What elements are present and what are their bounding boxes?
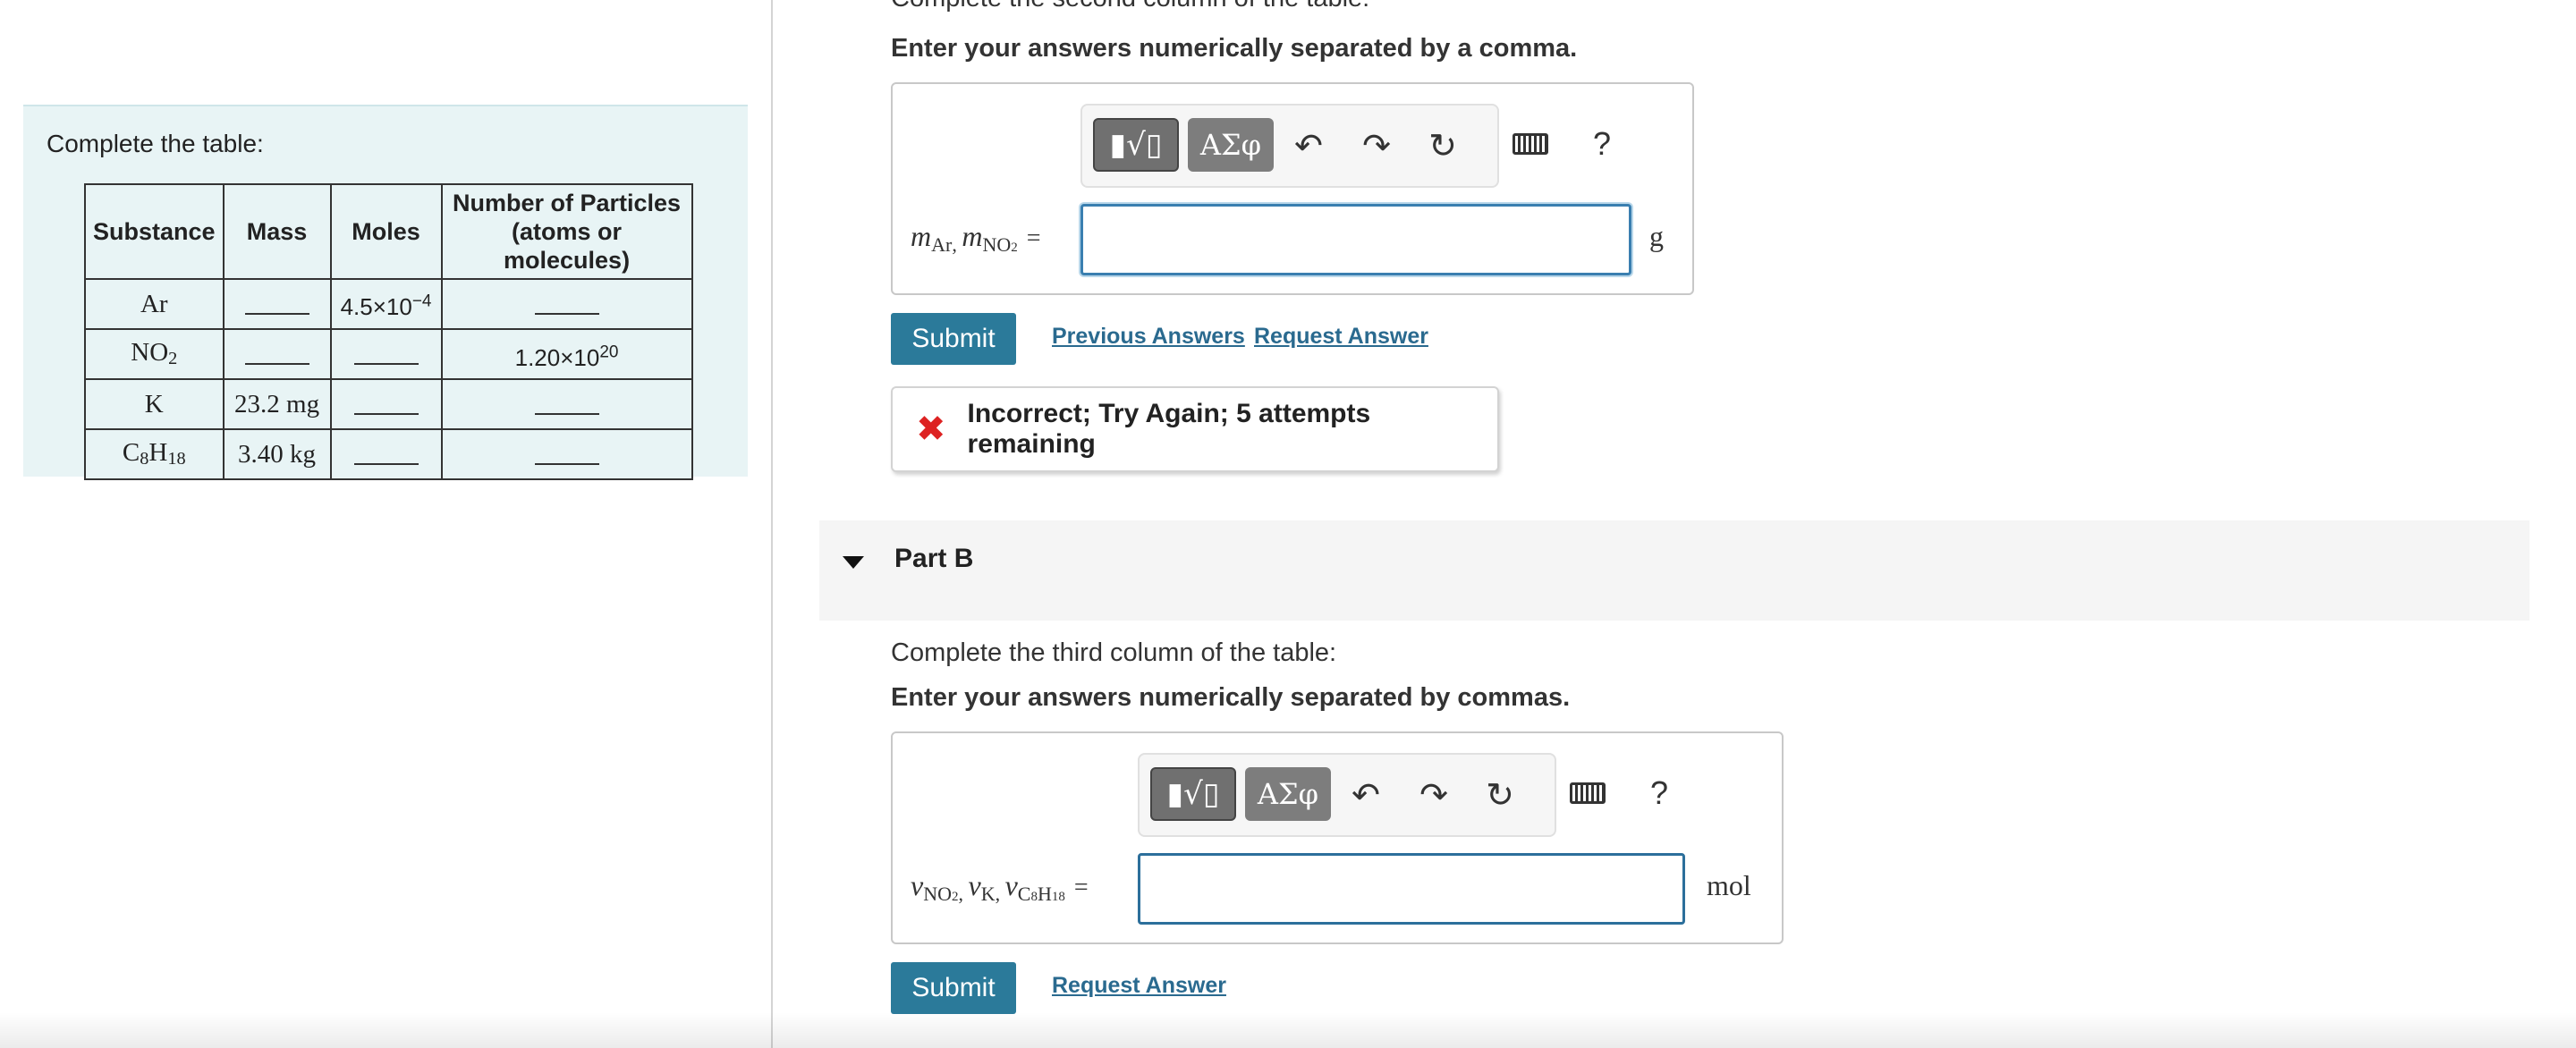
help-icon[interactable]: ? — [1637, 771, 1682, 816]
cell-mass — [222, 278, 332, 330]
math-toolbar: ▮√▯ ΑΣφ ↶ ↷ ↻ — [1138, 753, 1556, 837]
previous-answers-link[interactable]: Previous Answers — [1052, 324, 1245, 350]
undo-icon[interactable]: ↶ — [1286, 123, 1331, 168]
header-mass: Mass — [222, 183, 332, 280]
part-a-instruction: Enter your answers numerically separated… — [891, 34, 1578, 63]
part-b-title: Part B — [894, 544, 974, 573]
feedback-text: Incorrect; Try Again; 5 attempts remaini… — [967, 399, 1371, 459]
radical-template-icon: ▮√▯ — [1109, 127, 1163, 163]
cell-mass — [222, 328, 332, 380]
keyboard-icon[interactable] — [1508, 122, 1553, 166]
cell-moles — [329, 328, 443, 380]
cell-mass: 3.40 kg — [222, 428, 332, 480]
cell-particles — [440, 378, 693, 430]
template-button[interactable]: ▮√▯ — [1150, 767, 1236, 821]
table-prompt: Complete the table: — [47, 130, 264, 157]
part-b-instruction: Enter your answers numerically separated… — [891, 683, 1571, 712]
blank-line — [534, 297, 599, 315]
blank-line — [534, 397, 599, 415]
cell-substance: Ar — [84, 278, 225, 330]
part-b-submit-button[interactable]: Submit — [891, 962, 1016, 1014]
header-particles: Number of Particles (atoms or molecules) — [440, 183, 693, 280]
cell-moles — [329, 378, 443, 430]
table-header-row: Substance Mass Moles Number of Particles… — [84, 183, 693, 280]
template-button[interactable]: ▮√▯ — [1093, 118, 1179, 172]
header-substance: Substance — [84, 183, 225, 280]
reset-icon[interactable]: ↻ — [1478, 773, 1522, 817]
math-toolbar: ▮√▯ ΑΣφ ↶ ↷ ↻ — [1080, 104, 1499, 188]
part-b-answer-box: ▮√▯ ΑΣφ ↶ ↷ ↻ ? νNO2, νK, νC8H18 = mol — [891, 731, 1784, 944]
redo-icon[interactable]: ↷ — [1411, 773, 1456, 817]
part-a-submit-button[interactable]: Submit — [891, 313, 1016, 365]
cell-substance: K — [84, 378, 225, 430]
symbols-button[interactable]: ΑΣφ — [1188, 118, 1274, 172]
cell-moles: 4.5×10−4 — [329, 278, 443, 330]
pane-divider[interactable] — [771, 0, 773, 1048]
blank-line — [353, 397, 419, 415]
greek-symbols-icon: ΑΣφ — [1199, 128, 1262, 162]
table-row: Ar 4.5×10−4 — [84, 278, 693, 330]
table-row: C8H18 3.40 kg — [84, 428, 693, 480]
part-a-answer-input[interactable] — [1080, 204, 1631, 275]
part-a-request-answer-link[interactable]: Request Answer — [1254, 324, 1428, 350]
part-b-equation-label: νNO2, νK, νC8H18 = — [911, 869, 1089, 905]
part-b-answer-input[interactable] — [1138, 853, 1685, 925]
collapse-caret-icon[interactable] — [843, 556, 864, 569]
part-b-header[interactable]: Part B — [819, 520, 2529, 621]
reset-icon[interactable]: ↻ — [1420, 123, 1465, 168]
part-b-request-answer-link[interactable]: Request Answer — [1052, 973, 1226, 999]
blank-line — [244, 347, 309, 365]
greek-symbols-icon: ΑΣφ — [1257, 777, 1319, 811]
part-a-prompt: Complete the second column of the table: — [891, 0, 1369, 13]
part-a-unit: g — [1649, 220, 1664, 252]
blank-line — [353, 347, 419, 365]
blank-line — [353, 447, 419, 465]
table-row: NO2 1.20×1020 — [84, 328, 693, 380]
undo-icon[interactable]: ↶ — [1343, 773, 1388, 817]
cell-substance: C8H18 — [84, 428, 225, 480]
keyboard-icon[interactable] — [1565, 771, 1610, 816]
help-icon[interactable]: ? — [1580, 122, 1624, 166]
cell-particles — [440, 278, 693, 330]
blank-line — [244, 297, 309, 315]
cell-substance: NO2 — [84, 328, 225, 380]
symbols-button[interactable]: ΑΣφ — [1245, 767, 1331, 821]
radical-template-icon: ▮√▯ — [1166, 776, 1220, 812]
cell-moles — [329, 428, 443, 480]
part-a-equation-label: mAr, mNO2 = — [911, 220, 1041, 256]
header-moles: Moles — [329, 183, 443, 280]
table-row: K 23.2 mg — [84, 378, 693, 430]
data-table: Substance Mass Moles Number of Particles… — [84, 183, 693, 480]
redo-icon[interactable]: ↷ — [1354, 123, 1399, 168]
cell-particles: 1.20×1020 — [440, 328, 693, 380]
feedback-message: ✖ Incorrect; Try Again; 5 attempts remai… — [891, 386, 1499, 472]
part-a-answer-box: ▮√▯ ΑΣφ ↶ ↷ ↻ ? mAr, mNO2 = g — [891, 82, 1694, 295]
cell-particles — [440, 428, 693, 480]
table-panel: Complete the table: Substance Mass Moles… — [23, 105, 748, 480]
incorrect-x-icon: ✖ — [916, 409, 946, 450]
part-b-unit: mol — [1707, 869, 1751, 901]
cell-mass: 23.2 mg — [222, 378, 332, 430]
part-b-prompt: Complete the third column of the table: — [891, 638, 1337, 667]
blank-line — [534, 447, 599, 465]
left-pane: Complete the table: Substance Mass Moles… — [0, 0, 771, 1048]
